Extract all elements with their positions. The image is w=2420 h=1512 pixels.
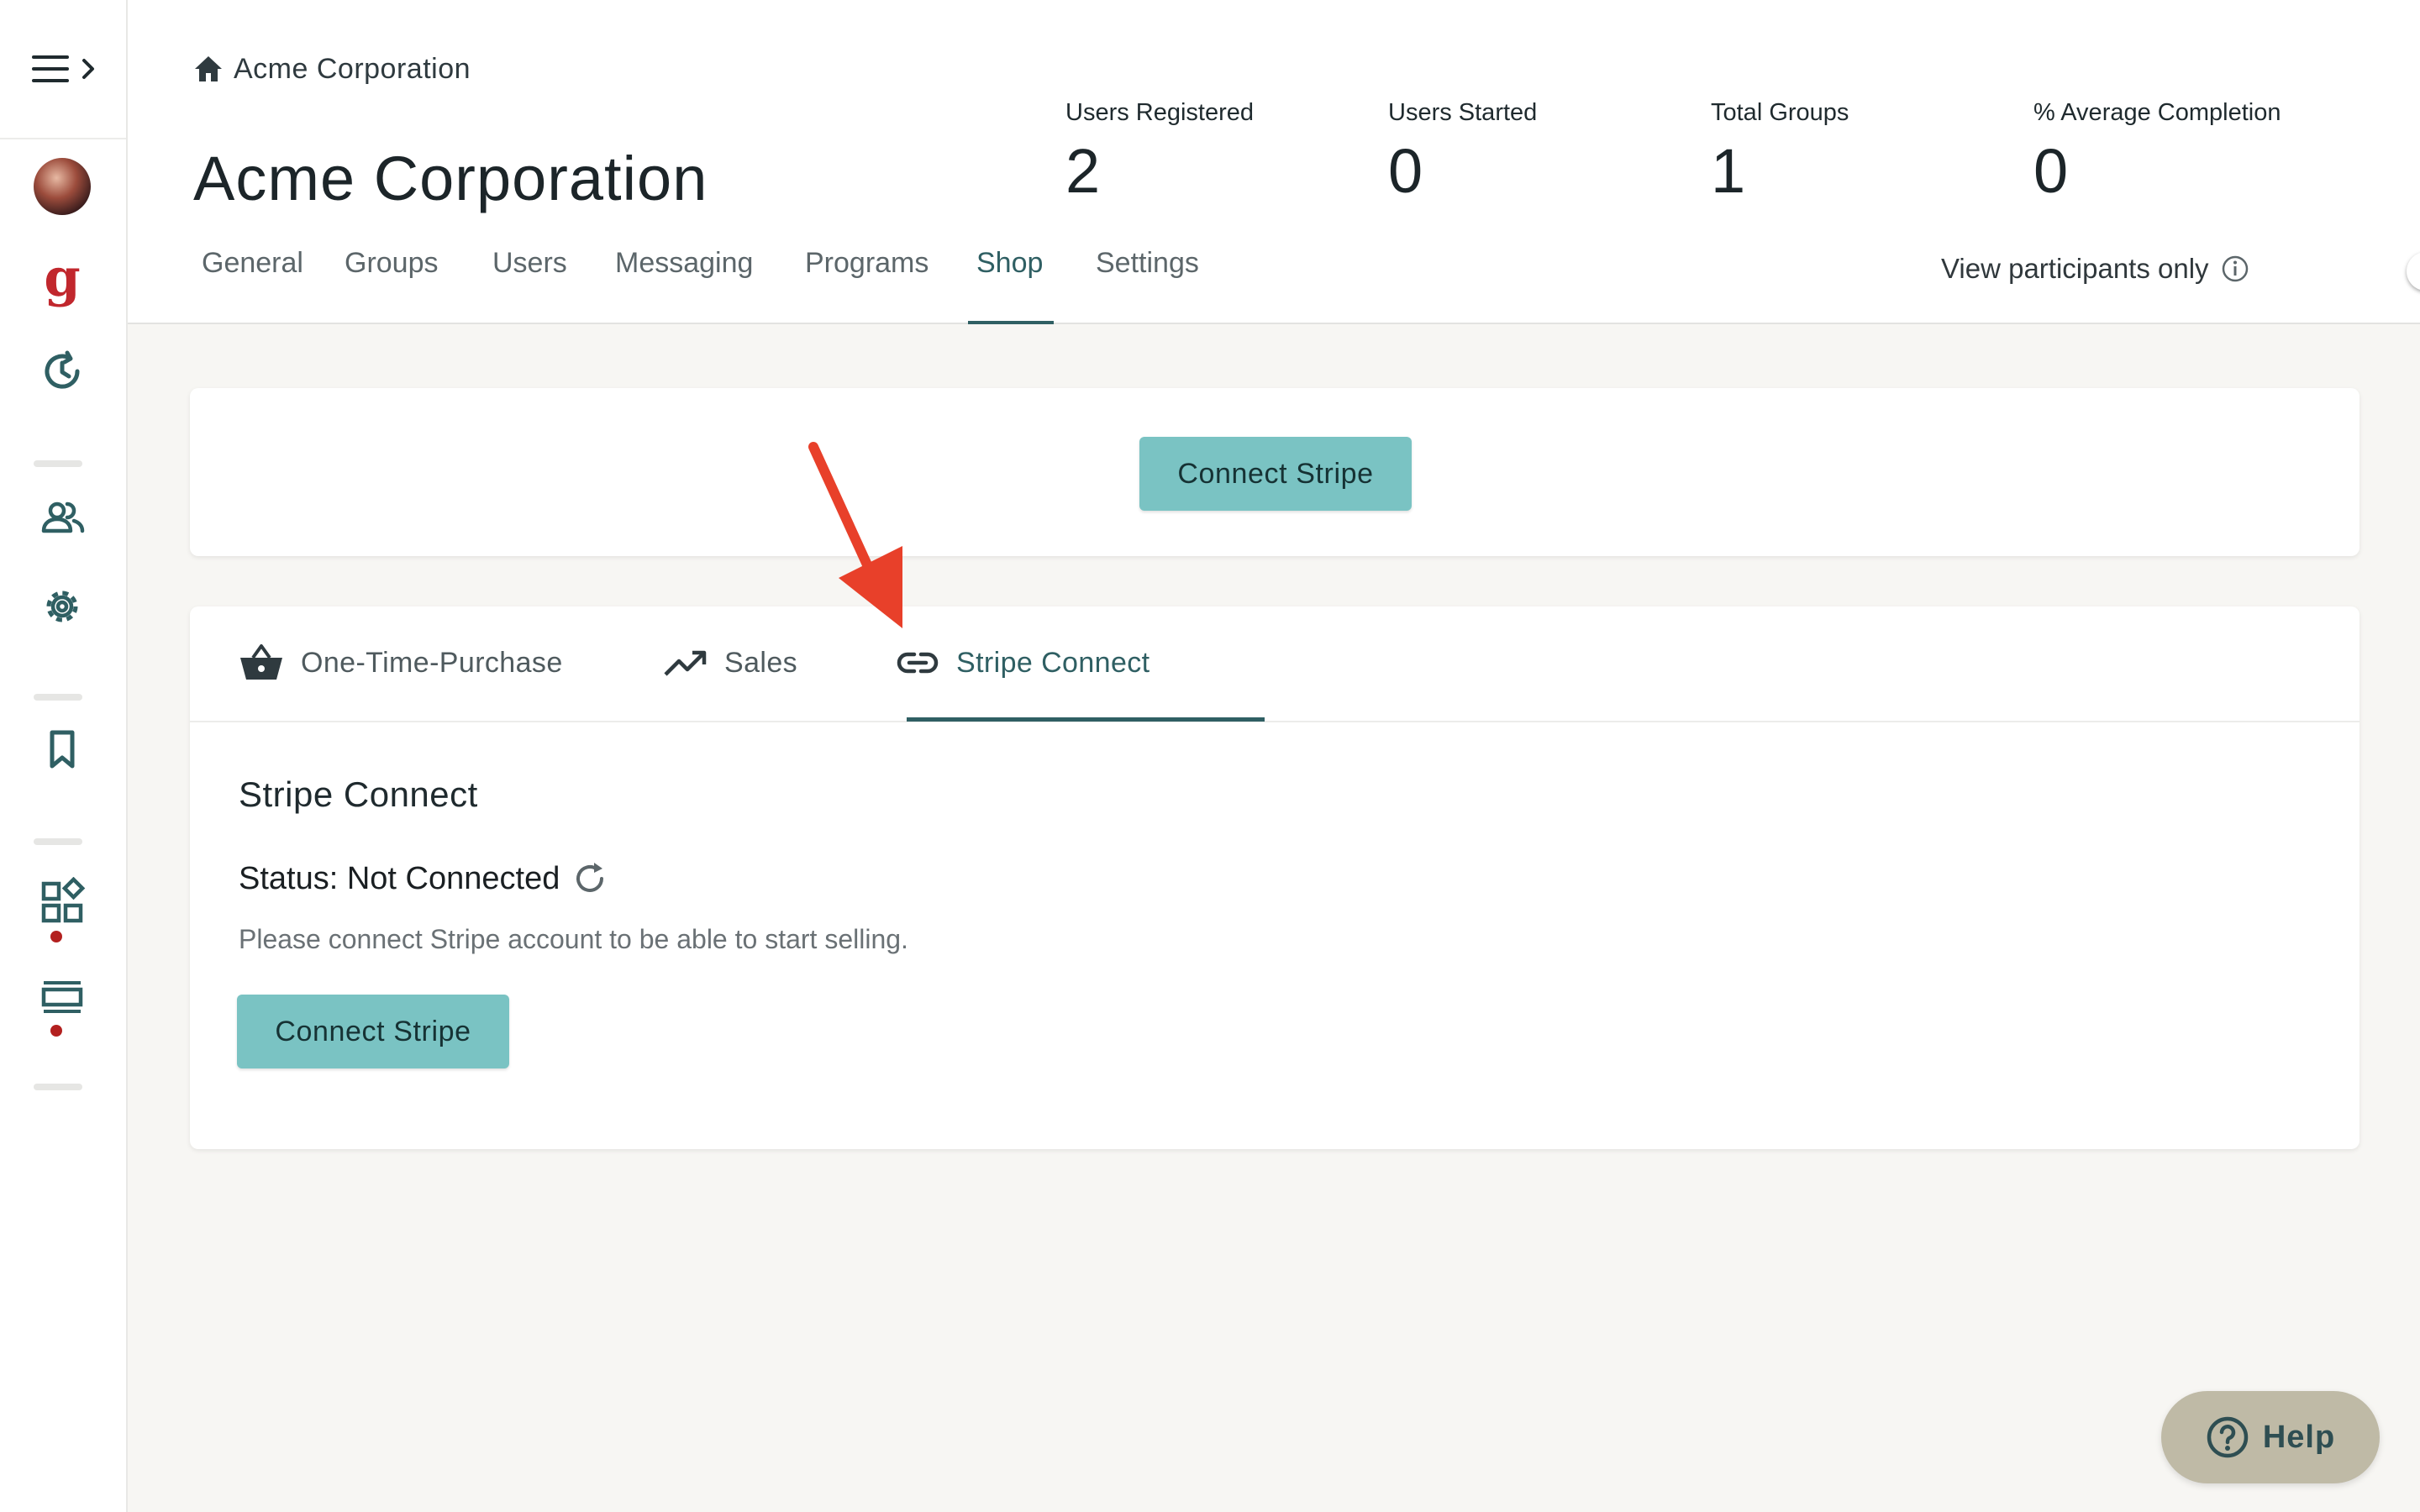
subtab-label: Stripe Connect (956, 646, 1150, 679)
notification-dot (50, 1025, 62, 1037)
gear-icon[interactable] (37, 581, 87, 632)
layout-list-icon[interactable] (37, 974, 87, 1025)
tab-settings[interactable]: Settings (1096, 247, 1199, 324)
help-button[interactable]: Help (2161, 1391, 2380, 1483)
brand-logo-icon[interactable]: g (40, 252, 84, 311)
stat-value: 2 (1065, 136, 1101, 206)
stat-label: Users Started (1388, 99, 1538, 126)
help-label: Help (2262, 1419, 2336, 1455)
notification-dot (50, 931, 62, 942)
stat-value: 0 (2033, 136, 2069, 206)
view-participants-toggle[interactable] (2407, 252, 2420, 291)
users-icon[interactable] (37, 492, 87, 543)
link-icon (897, 652, 939, 674)
stat-total-groups: Total Groups 1 (1711, 99, 1849, 202)
tab-groups[interactable]: Groups (345, 247, 439, 324)
info-icon[interactable] (2221, 255, 2249, 283)
trending-up-icon (664, 650, 707, 676)
connect-stripe-button[interactable]: Connect Stripe (1139, 437, 1412, 511)
basket-icon (240, 644, 282, 680)
org-header: Acme Corporation Acme Corporation Users … (128, 0, 2420, 324)
view-participants-label: View participants only (1941, 253, 2209, 284)
subtab-one-time-purchase[interactable]: One-Time-Purchase (239, 606, 563, 719)
active-tab-indicator (968, 321, 1054, 324)
stat-label: Users Registered (1065, 99, 1255, 126)
tab-shop[interactable]: Shop (976, 247, 1043, 324)
breadcrumb[interactable]: Acme Corporation (192, 50, 471, 87)
subtab-sales[interactable]: Sales (664, 606, 797, 719)
stat-label: Total Groups (1711, 99, 1849, 126)
shop-panel: One-Time-Purchase Sales Stripe Connect S… (190, 606, 2360, 1149)
toggle-knob (2407, 252, 2420, 291)
tab-programs[interactable]: Programs (805, 247, 929, 324)
connect-stripe-button-secondary[interactable]: Connect Stripe (237, 995, 509, 1068)
stat-label: % Average Completion (2033, 99, 2281, 126)
sidebar-separator (34, 838, 82, 845)
status-description: Please connect Stripe account to be able… (239, 924, 908, 954)
sidebar-separator (34, 694, 82, 701)
home-icon[interactable] (192, 52, 225, 86)
view-participants-only: View participants only (1941, 250, 2249, 287)
stat-users-registered: Users Registered 2 (1065, 99, 1254, 202)
sidebar-separator (34, 460, 82, 467)
stat-average-completion: % Average Completion 0 (2033, 99, 2281, 202)
tab-general[interactable]: General (202, 247, 303, 324)
menu-expand-icon[interactable] (32, 52, 101, 86)
refresh-icon[interactable] (571, 860, 608, 897)
section-title: Stripe Connect (239, 774, 478, 814)
breadcrumb-label[interactable]: Acme Corporation (234, 53, 471, 86)
stripe-connect-card: Connect Stripe (190, 388, 2360, 556)
bookmark-icon[interactable] (37, 724, 87, 774)
stat-users-started: Users Started 0 (1388, 99, 1537, 202)
stat-value: 1 (1711, 136, 1746, 206)
sidebar-divider (0, 138, 126, 139)
stat-value: 0 (1388, 136, 1423, 206)
subtab-stripe-connect[interactable]: Stripe Connect (896, 606, 1150, 719)
active-subtab-indicator (907, 717, 1265, 722)
history-icon[interactable] (37, 346, 87, 396)
tab-users[interactable]: Users (492, 247, 567, 324)
status-text: Status: Not Connected (239, 860, 560, 896)
subtab-label: Sales (724, 646, 798, 679)
avatar[interactable] (34, 158, 91, 215)
connection-status: Status: Not Connected (239, 860, 608, 897)
widgets-icon[interactable] (37, 877, 87, 927)
subtab-label: One-Time-Purchase (301, 646, 563, 679)
subtab-divider (190, 721, 2360, 722)
tab-messaging[interactable]: Messaging (615, 247, 753, 324)
annotation-arrow-icon (808, 442, 902, 628)
help-question-icon (2207, 1416, 2249, 1458)
sidebar-separator (34, 1084, 82, 1090)
sidebar: g (0, 0, 128, 1512)
page-title: Acme Corporation (193, 144, 708, 213)
